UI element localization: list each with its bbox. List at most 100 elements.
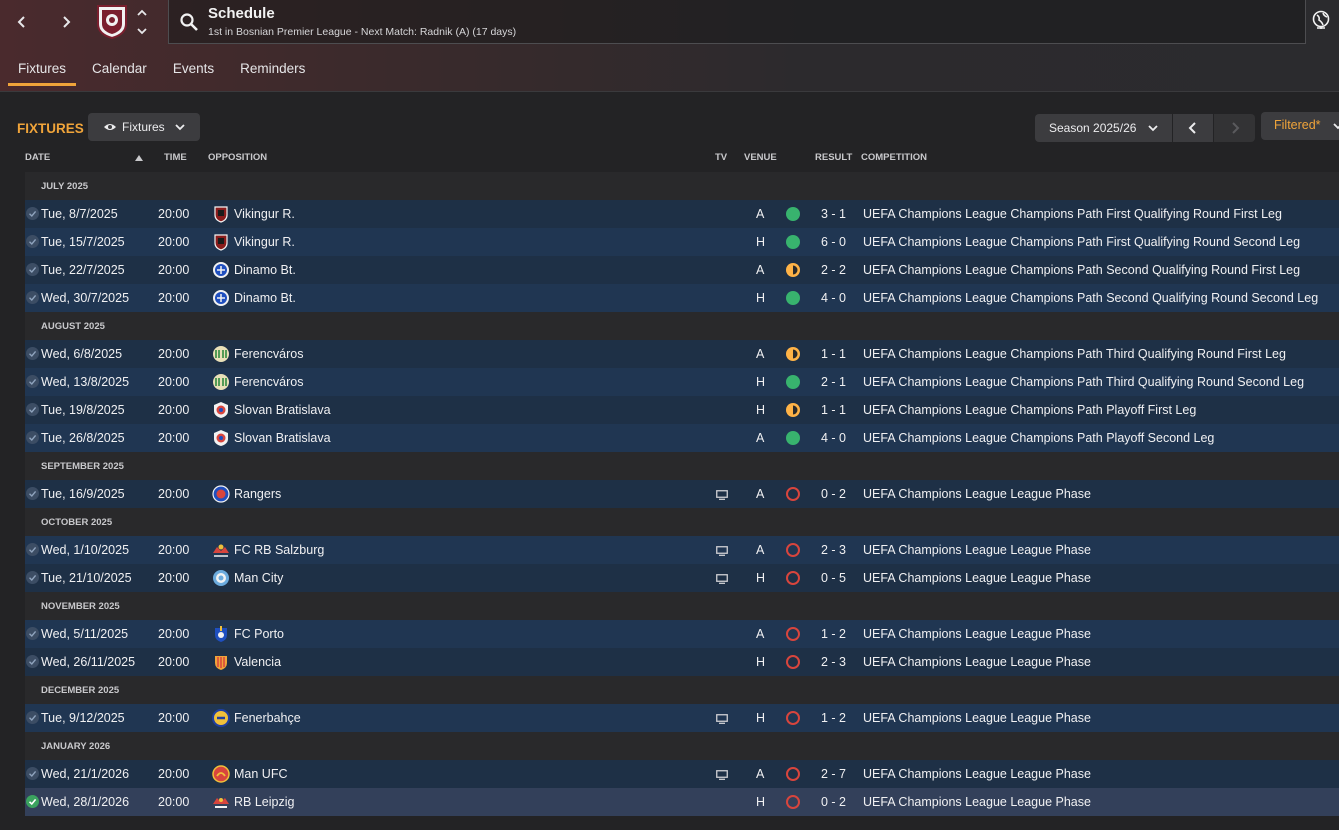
salzburg-crest-icon[interactable] xyxy=(212,541,230,559)
table-row[interactable]: Wed, 28/1/2026 20:00 RB Leipzig H 0 - 2 UEFA … xyxy=(25,788,1339,816)
competition-name[interactable]: UEFA Champions League League Phase xyxy=(863,627,1091,641)
opposition-name[interactable]: Rangers xyxy=(234,487,281,501)
table-row[interactable]: Tue, 16/9/2025 20:00 Rangers A 0 - 2 UEFA Cha… xyxy=(25,480,1339,508)
table-row[interactable]: Tue, 21/10/2025 20:00 Man City H 0 - 5 UEFA C… xyxy=(25,564,1339,592)
opposition-name[interactable]: Dinamo Bt. xyxy=(234,263,296,277)
table-row[interactable]: Wed, 21/1/2026 20:00 Man UFC A 2 - 7 UEFA Cha… xyxy=(25,760,1339,788)
competition-name[interactable]: UEFA Champions League Champions Path Sec… xyxy=(863,263,1300,277)
result-score[interactable]: 2 - 7 xyxy=(821,767,846,781)
result-score[interactable]: 2 - 3 xyxy=(821,543,846,557)
competition-name[interactable]: UEFA Champions League League Phase xyxy=(863,571,1091,585)
forward-button[interactable] xyxy=(52,8,80,36)
result-score[interactable]: 1 - 2 xyxy=(821,627,846,641)
table-row[interactable]: Wed, 5/11/2025 20:00 FC Porto A 1 - 2 UEFA Ch… xyxy=(25,620,1339,648)
result-score[interactable]: 2 - 3 xyxy=(821,655,846,669)
result-score[interactable]: 4 - 0 xyxy=(821,291,846,305)
opposition-name[interactable]: Fenerbahçe xyxy=(234,711,301,725)
ferencvaros-crest-icon[interactable] xyxy=(212,373,230,391)
result-score[interactable]: 0 - 5 xyxy=(821,571,846,585)
ferencvaros-crest-icon[interactable] xyxy=(212,345,230,363)
opposition-name[interactable]: Ferencváros xyxy=(234,347,303,361)
competition-name[interactable]: UEFA Champions League Champions Path Thi… xyxy=(863,375,1304,389)
column-opposition[interactable]: OPPOSITION xyxy=(208,152,267,163)
porto-crest-icon[interactable] xyxy=(212,625,230,643)
result-score[interactable]: 1 - 1 xyxy=(821,347,846,361)
opposition-name[interactable]: Vikingur R. xyxy=(234,235,295,249)
opposition-name[interactable]: FC Porto xyxy=(234,627,284,641)
table-row[interactable]: Wed, 1/10/2025 20:00 FC RB Salzburg A 2 - 3 U… xyxy=(25,536,1339,564)
vikingur-crest-icon[interactable] xyxy=(212,205,230,223)
competition-name[interactable]: UEFA Champions League League Phase xyxy=(863,543,1091,557)
table-row[interactable]: Wed, 26/11/2025 20:00 Valencia H 2 - 3 UEFA C… xyxy=(25,648,1339,676)
column-tv[interactable]: TV xyxy=(715,152,727,163)
valencia-crest-icon[interactable] xyxy=(212,653,230,671)
opposition-name[interactable]: Vikingur R. xyxy=(234,207,295,221)
column-date[interactable]: DATE xyxy=(25,152,50,163)
tab-reminders[interactable]: Reminders xyxy=(230,54,315,86)
result-score[interactable]: 1 - 2 xyxy=(821,711,846,725)
table-row[interactable]: Tue, 8/7/2025 20:00 Vikingur R. A 3 - 1 UEFA … xyxy=(25,200,1339,228)
competition-name[interactable]: UEFA Champions League League Phase xyxy=(863,487,1091,501)
result-score[interactable]: 2 - 2 xyxy=(821,263,846,277)
competition-name[interactable]: UEFA Champions League Champions Path Fir… xyxy=(863,235,1300,249)
manutd-crest-icon[interactable] xyxy=(212,765,230,783)
club-crest-icon[interactable] xyxy=(96,4,128,40)
world-globe-icon[interactable] xyxy=(1311,10,1331,32)
table-row[interactable]: Tue, 22/7/2025 20:00 Dinamo Bt. A 2 - 2 UEFA … xyxy=(25,256,1339,284)
column-venue[interactable]: VENUE xyxy=(744,152,777,163)
slovan-crest-icon[interactable] xyxy=(212,429,230,447)
next-season-button[interactable] xyxy=(1214,114,1255,142)
table-row[interactable]: Wed, 6/8/2025 20:00 Ferencváros A 1 - 1 UEFA … xyxy=(25,340,1339,368)
result-score[interactable]: 2 - 1 xyxy=(821,375,846,389)
opposition-name[interactable]: Ferencváros xyxy=(234,375,303,389)
opposition-name[interactable]: Man UFC xyxy=(234,767,287,781)
table-row[interactable]: Tue, 9/12/2025 20:00 Fenerbahçe H 1 - 2 UEFA … xyxy=(25,704,1339,732)
table-row[interactable]: Tue, 15/7/2025 20:00 Vikingur R. H 6 - 0 UEFA… xyxy=(25,228,1339,256)
result-score[interactable]: 6 - 0 xyxy=(821,235,846,249)
table-row[interactable]: Wed, 30/7/2025 20:00 Dinamo Bt. H 4 - 0 UEFA … xyxy=(25,284,1339,312)
column-result[interactable]: RESULT xyxy=(815,152,852,163)
result-score[interactable]: 0 - 2 xyxy=(821,795,846,809)
table-row[interactable]: Wed, 13/8/2025 20:00 Ferencváros H 2 - 1 UEFA… xyxy=(25,368,1339,396)
view-dropdown[interactable]: Fixtures xyxy=(88,113,200,141)
competition-name[interactable]: UEFA Champions League League Phase xyxy=(863,711,1091,725)
dinamo-crest-icon[interactable] xyxy=(212,289,230,307)
dinamo-crest-icon[interactable] xyxy=(212,261,230,279)
sort-ascending-icon[interactable] xyxy=(135,155,143,161)
result-score[interactable]: 4 - 0 xyxy=(821,431,846,445)
tab-calendar[interactable]: Calendar xyxy=(82,54,157,86)
result-score[interactable]: 1 - 1 xyxy=(821,403,846,417)
result-score[interactable]: 3 - 1 xyxy=(821,207,846,221)
mancity-crest-icon[interactable] xyxy=(212,569,230,587)
competition-name[interactable]: UEFA Champions League League Phase xyxy=(863,795,1091,809)
rangers-crest-icon[interactable] xyxy=(212,485,230,503)
season-dropdown[interactable]: Season 2025/26 xyxy=(1035,114,1172,142)
column-competition[interactable]: COMPETITION xyxy=(861,152,927,163)
tab-events[interactable]: Events xyxy=(163,54,224,86)
opposition-name[interactable]: Valencia xyxy=(234,655,281,669)
tab-fixtures[interactable]: Fixtures xyxy=(8,54,77,86)
search-icon[interactable] xyxy=(179,12,199,32)
opposition-name[interactable]: FC RB Salzburg xyxy=(234,543,324,557)
filter-button[interactable]: Filtered* xyxy=(1261,112,1339,140)
back-button[interactable] xyxy=(8,8,36,36)
leipzig-crest-icon[interactable] xyxy=(212,793,230,811)
opposition-name[interactable]: Slovan Bratislava xyxy=(234,431,331,445)
competition-name[interactable]: UEFA Champions League Champions Path Thi… xyxy=(863,347,1286,361)
table-row[interactable]: Tue, 26/8/2025 20:00 Slovan Bratislava A 4 -… xyxy=(25,424,1339,452)
competition-name[interactable]: UEFA Champions League League Phase xyxy=(863,655,1091,669)
previous-season-button[interactable] xyxy=(1173,114,1213,142)
title-search-box[interactable]: Schedule 1st in Bosnian Premier League -… xyxy=(168,0,1306,44)
column-time[interactable]: TIME xyxy=(164,152,187,163)
slovan-crest-icon[interactable] xyxy=(212,401,230,419)
competition-name[interactable]: UEFA Champions League Champions Path Sec… xyxy=(863,291,1318,305)
competition-name[interactable]: UEFA Champions League League Phase xyxy=(863,767,1091,781)
result-score[interactable]: 0 - 2 xyxy=(821,487,846,501)
table-row[interactable]: Tue, 19/8/2025 20:00 Slovan Bratislava H 1 -… xyxy=(25,396,1339,424)
opposition-name[interactable]: RB Leipzig xyxy=(234,795,294,809)
opposition-name[interactable]: Dinamo Bt. xyxy=(234,291,296,305)
vikingur-crest-icon[interactable] xyxy=(212,233,230,251)
fenerbahce-crest-icon[interactable] xyxy=(212,709,230,727)
club-switcher[interactable] xyxy=(136,8,148,36)
competition-name[interactable]: UEFA Champions League Champions Path Fir… xyxy=(863,207,1282,221)
